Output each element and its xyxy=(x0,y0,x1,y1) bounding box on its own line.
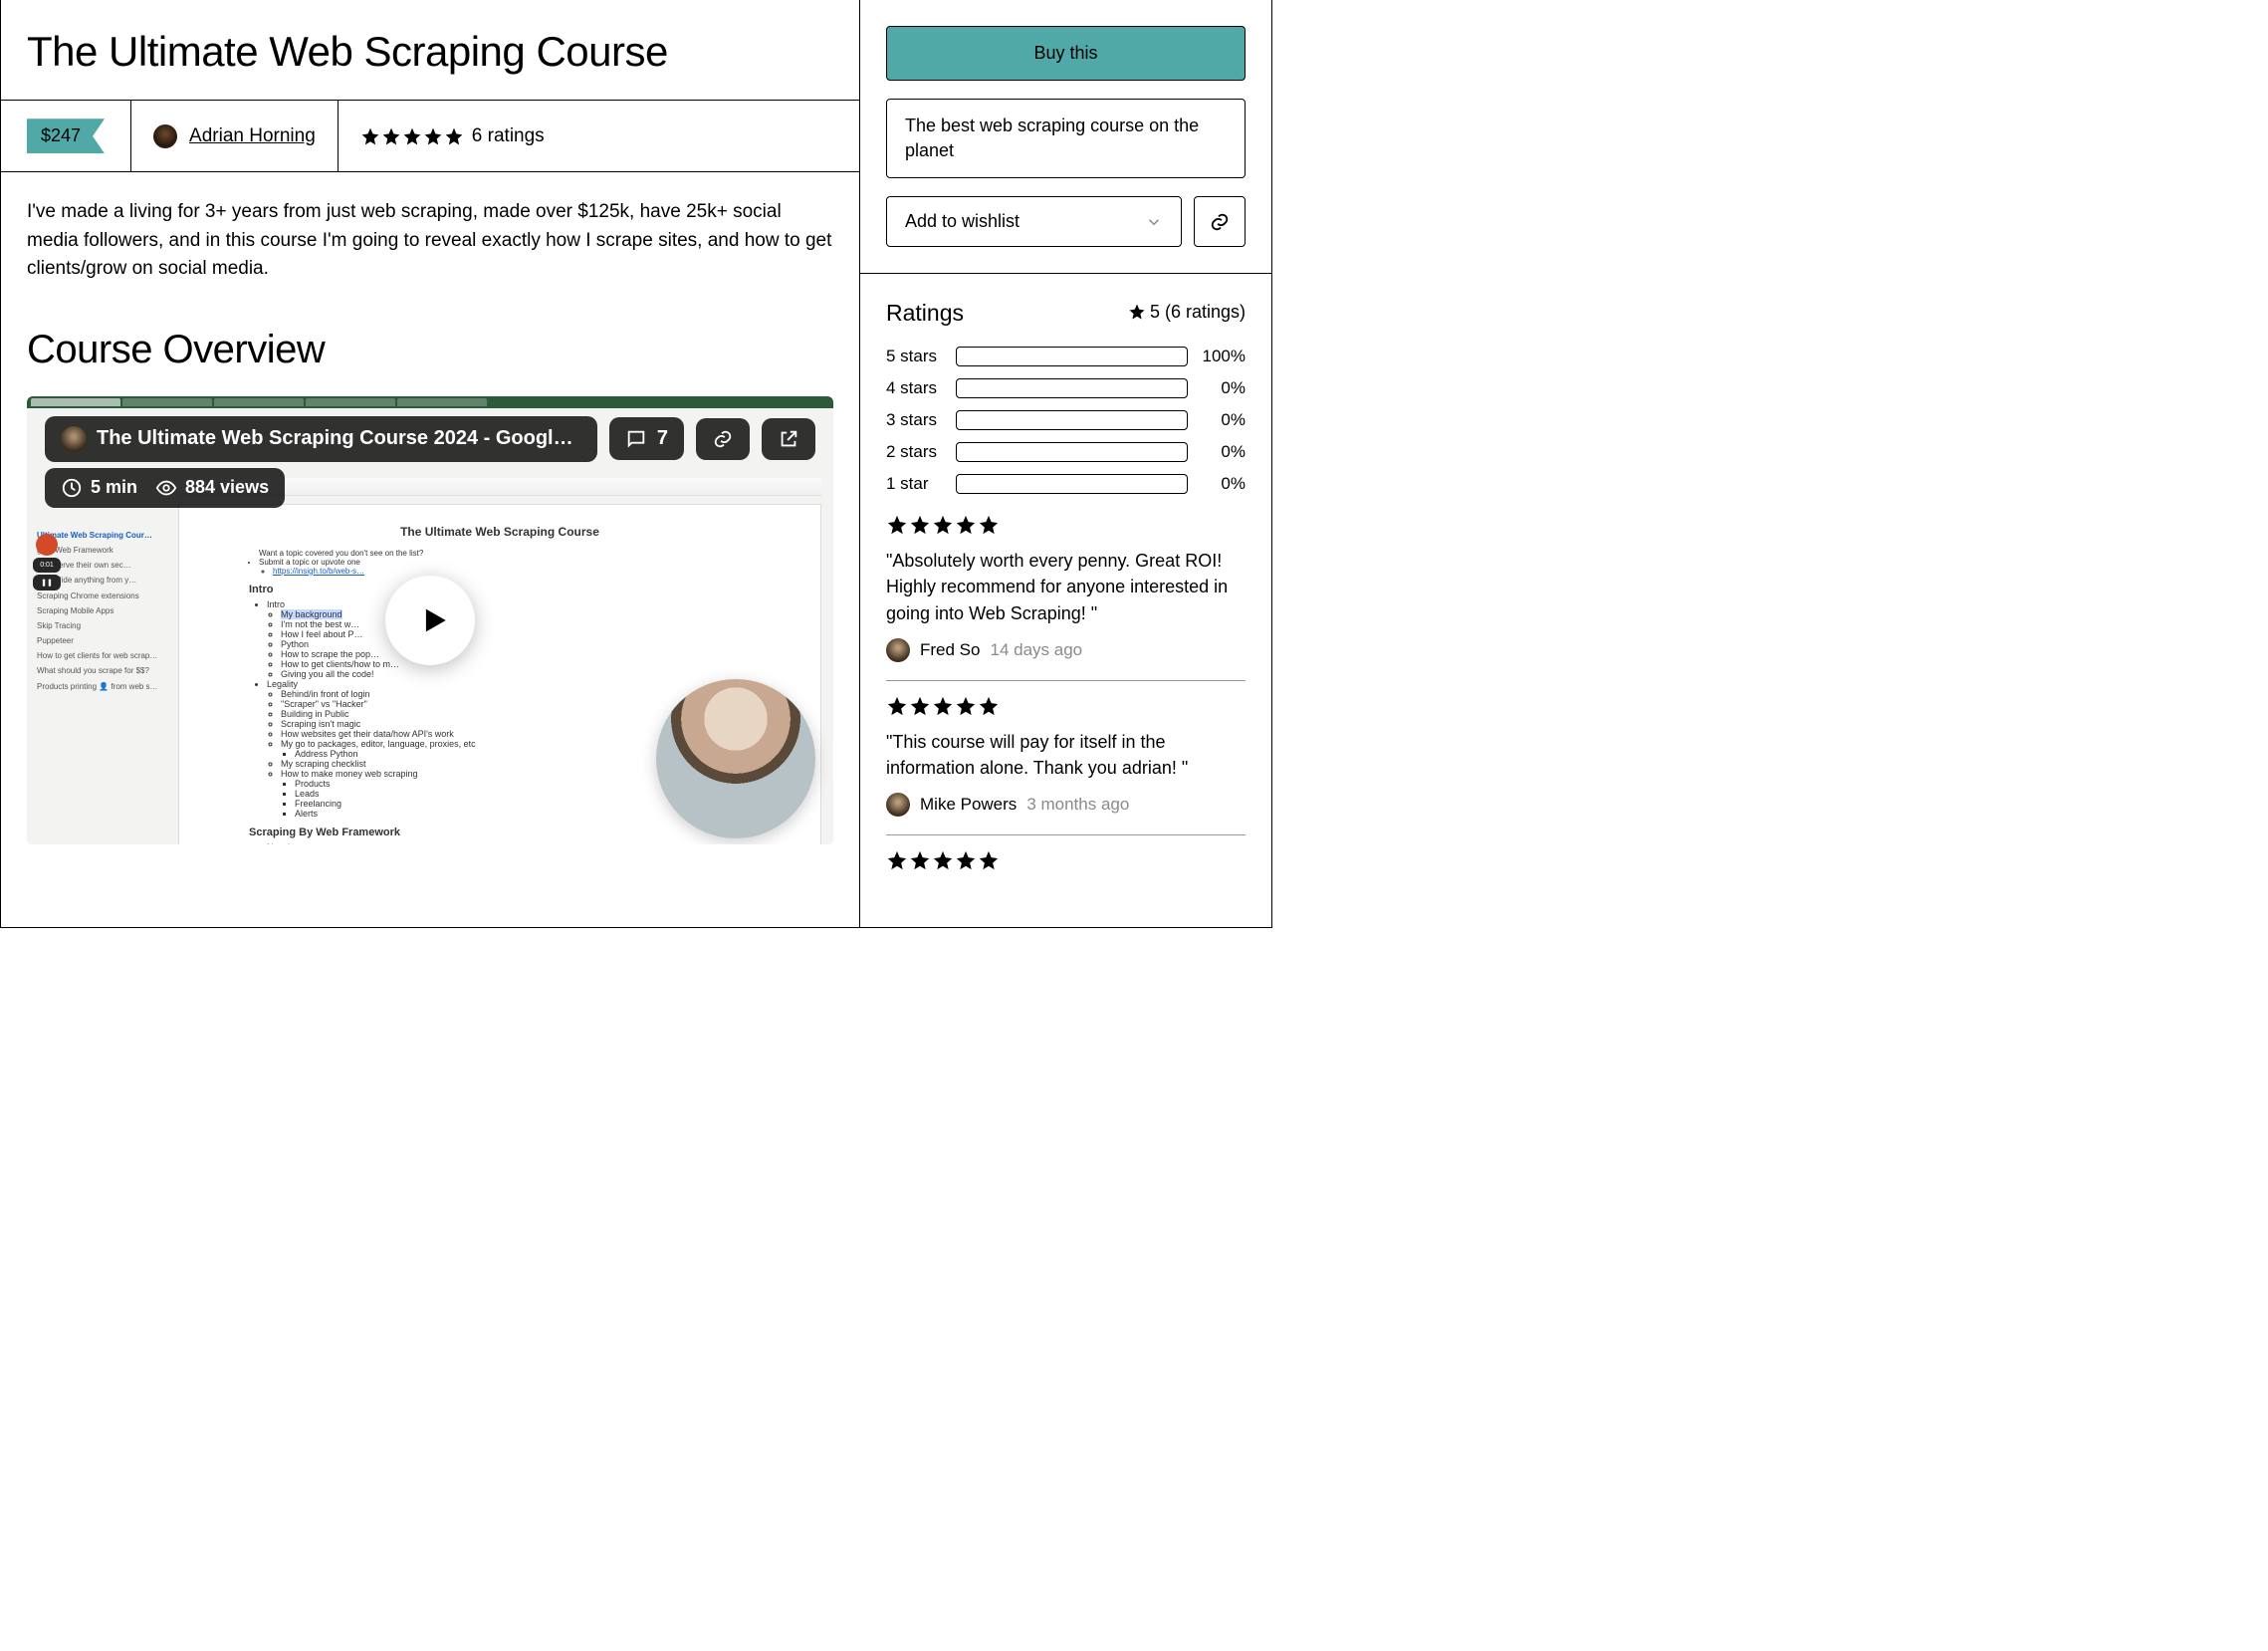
wishlist-label: Add to wishlist xyxy=(905,211,1020,232)
price-badge: $247 xyxy=(27,118,105,153)
ratings-summary-text: 5 (6 ratings) xyxy=(1150,302,1246,323)
star-icon xyxy=(909,849,931,871)
reviewer-avatar xyxy=(886,638,910,662)
reviewer-name: Mike Powers xyxy=(920,795,1017,815)
star-icon xyxy=(909,514,931,536)
ratings-heading: Ratings xyxy=(886,300,964,327)
video-substats: 5 min 884 views xyxy=(45,468,285,508)
video-open-pill[interactable] xyxy=(762,418,815,460)
rating-bar-track xyxy=(956,410,1188,430)
rating-bar-row[interactable]: 1 star 0% xyxy=(886,474,1246,494)
ratings-count-label: 6 ratings xyxy=(472,125,545,147)
video-comments-count: 7 xyxy=(657,427,668,450)
video-comments-pill[interactable]: 7 xyxy=(609,417,684,460)
video-preview[interactable]: Ultimate Web Scraping Cour… g By Web Fra… xyxy=(27,396,833,844)
rating-bar-row[interactable]: 3 stars 0% xyxy=(886,410,1246,430)
page-title: The Ultimate Web Scraping Course xyxy=(27,28,833,76)
star-icon xyxy=(955,514,977,536)
play-icon xyxy=(416,603,450,637)
rating-bar-label: 3 stars xyxy=(886,410,944,430)
star-icon xyxy=(955,695,977,717)
video-copy-link-pill[interactable] xyxy=(696,418,750,460)
star-icon xyxy=(886,514,908,536)
webcam-bubble xyxy=(656,679,815,838)
review-text: "Absolutely worth every penny. Great ROI… xyxy=(886,548,1246,625)
share-button[interactable] xyxy=(1194,196,1246,247)
rating-bar-pct: 0% xyxy=(1200,474,1246,494)
star-icon xyxy=(978,849,1000,871)
review-stars xyxy=(886,514,1000,536)
reviewer-name: Fred So xyxy=(920,640,980,660)
rating-bar-label: 2 stars xyxy=(886,442,944,462)
rating-bar-label: 4 stars xyxy=(886,378,944,398)
link-icon xyxy=(1209,211,1231,233)
star-icon xyxy=(423,126,443,146)
meta-row: $247 Adrian Horning 6 ratings xyxy=(1,101,859,172)
review-age: 14 days ago xyxy=(990,640,1082,660)
rating-bar-row[interactable]: 5 stars 100% xyxy=(886,347,1246,366)
review-stars xyxy=(886,849,1000,871)
comment-icon xyxy=(625,428,647,450)
overview-heading: Course Overview xyxy=(27,328,833,372)
rating-bar-track xyxy=(956,442,1188,462)
star-icon xyxy=(886,695,908,717)
rating-bar-label: 1 star xyxy=(886,474,944,494)
rating-bar-pct: 100% xyxy=(1200,347,1246,366)
price-cell: $247 xyxy=(1,101,131,171)
recording-controls: 0:01 ❚❚ xyxy=(33,534,61,590)
tagline-box: The best web scraping course on the plan… xyxy=(886,99,1246,178)
review xyxy=(886,835,1246,901)
star-icon xyxy=(1128,303,1146,321)
eye-icon xyxy=(155,477,177,499)
ratings-cell[interactable]: 6 ratings xyxy=(339,101,567,171)
star-icon xyxy=(381,126,401,146)
rating-bar-label: 5 stars xyxy=(886,347,944,366)
rating-bar-pct: 0% xyxy=(1200,410,1246,430)
review-stars xyxy=(886,695,1000,717)
star-icon xyxy=(955,849,977,871)
video-author-avatar xyxy=(61,426,87,452)
rating-bar-row[interactable]: 4 stars 0% xyxy=(886,378,1246,398)
star-icon xyxy=(932,849,954,871)
star-icon xyxy=(978,695,1000,717)
star-icon xyxy=(886,849,908,871)
review-age: 3 months ago xyxy=(1026,795,1129,815)
author-avatar xyxy=(153,124,177,148)
review: "Absolutely worth every penny. Great ROI… xyxy=(886,510,1246,680)
buy-button[interactable]: Buy this xyxy=(886,26,1246,81)
rating-bar-track xyxy=(956,378,1188,398)
reviewer-avatar xyxy=(886,793,910,817)
rating-bar-track xyxy=(956,347,1188,366)
author-link[interactable]: Adrian Horning xyxy=(189,125,316,147)
star-icon xyxy=(444,126,464,146)
clock-icon xyxy=(61,477,83,499)
star-icon xyxy=(909,695,931,717)
wishlist-button[interactable]: Add to wishlist xyxy=(886,196,1182,247)
chevron-down-icon xyxy=(1145,213,1163,231)
star-icon xyxy=(978,514,1000,536)
author-cell[interactable]: Adrian Horning xyxy=(131,101,339,171)
video-views: 884 views xyxy=(185,477,269,498)
rating-bar-row[interactable]: 2 stars 0% xyxy=(886,442,1246,462)
ratings-summary: 5 (6 ratings) xyxy=(1128,302,1246,323)
play-button[interactable] xyxy=(385,576,475,665)
review-text: "This course will pay for itself in the … xyxy=(886,729,1246,781)
review: "This course will pay for itself in the … xyxy=(886,681,1246,835)
video-title: The Ultimate Web Scraping Course 2024 - … xyxy=(97,427,581,450)
star-icon xyxy=(932,514,954,536)
link-icon xyxy=(712,428,734,450)
video-title-pill: The Ultimate Web Scraping Course 2024 - … xyxy=(45,416,597,462)
star-icon xyxy=(360,126,380,146)
rating-bar-pct: 0% xyxy=(1200,378,1246,398)
rating-bar-track xyxy=(956,474,1188,494)
star-icon xyxy=(932,695,954,717)
open-external-icon xyxy=(778,428,799,450)
video-duration: 5 min xyxy=(91,477,137,498)
star-icon xyxy=(402,126,422,146)
intro-text: I've made a living for 3+ years from jus… xyxy=(27,198,833,284)
rating-bar-pct: 0% xyxy=(1200,442,1246,462)
rating-stars xyxy=(360,126,464,146)
